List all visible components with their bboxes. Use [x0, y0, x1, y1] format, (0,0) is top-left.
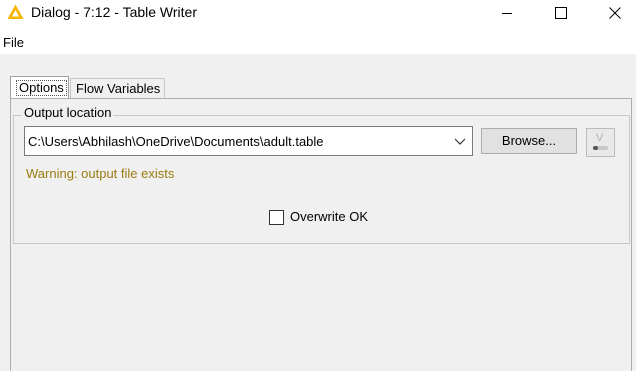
minimize-button[interactable] — [484, 0, 530, 26]
close-icon — [609, 7, 621, 19]
svg-text:V: V — [596, 132, 604, 144]
dialog-body: Flow Variables Options Output location C… — [0, 54, 636, 371]
close-button[interactable] — [592, 0, 636, 26]
output-location-title: Output location — [22, 105, 114, 120]
window-title: Dialog - 7:12 - Table Writer — [31, 4, 197, 20]
tab-options[interactable]: Options — [10, 76, 69, 98]
tab-flow-variables[interactable]: Flow Variables — [70, 78, 165, 98]
flow-variable-button[interactable]: V — [586, 128, 615, 157]
menu-file[interactable]: File — [3, 35, 24, 50]
minimize-icon — [502, 13, 512, 14]
flow-variable-icon: V — [593, 132, 608, 150]
knime-triangle-icon — [7, 4, 24, 19]
menu-bar: File — [0, 30, 636, 52]
tab-flow-variables-label: Flow Variables — [76, 81, 161, 96]
output-path-value: C:\Users\Abhilash\OneDrive\Documents\adu… — [28, 134, 324, 149]
chevron-down-icon — [454, 138, 466, 145]
browse-button[interactable]: Browse... — [481, 128, 577, 154]
maximize-button[interactable] — [538, 0, 584, 26]
title-bar: Dialog - 7:12 - Table Writer — [0, 0, 636, 26]
file-exists-warning: Warning: output file exists — [26, 166, 175, 181]
maximize-icon — [555, 7, 567, 19]
overwrite-label[interactable]: Overwrite OK — [290, 209, 368, 224]
overwrite-checkbox[interactable] — [269, 210, 284, 225]
tab-options-label: Options — [16, 80, 67, 96]
output-path-combo[interactable]: C:\Users\Abhilash\OneDrive\Documents\adu… — [24, 126, 473, 156]
